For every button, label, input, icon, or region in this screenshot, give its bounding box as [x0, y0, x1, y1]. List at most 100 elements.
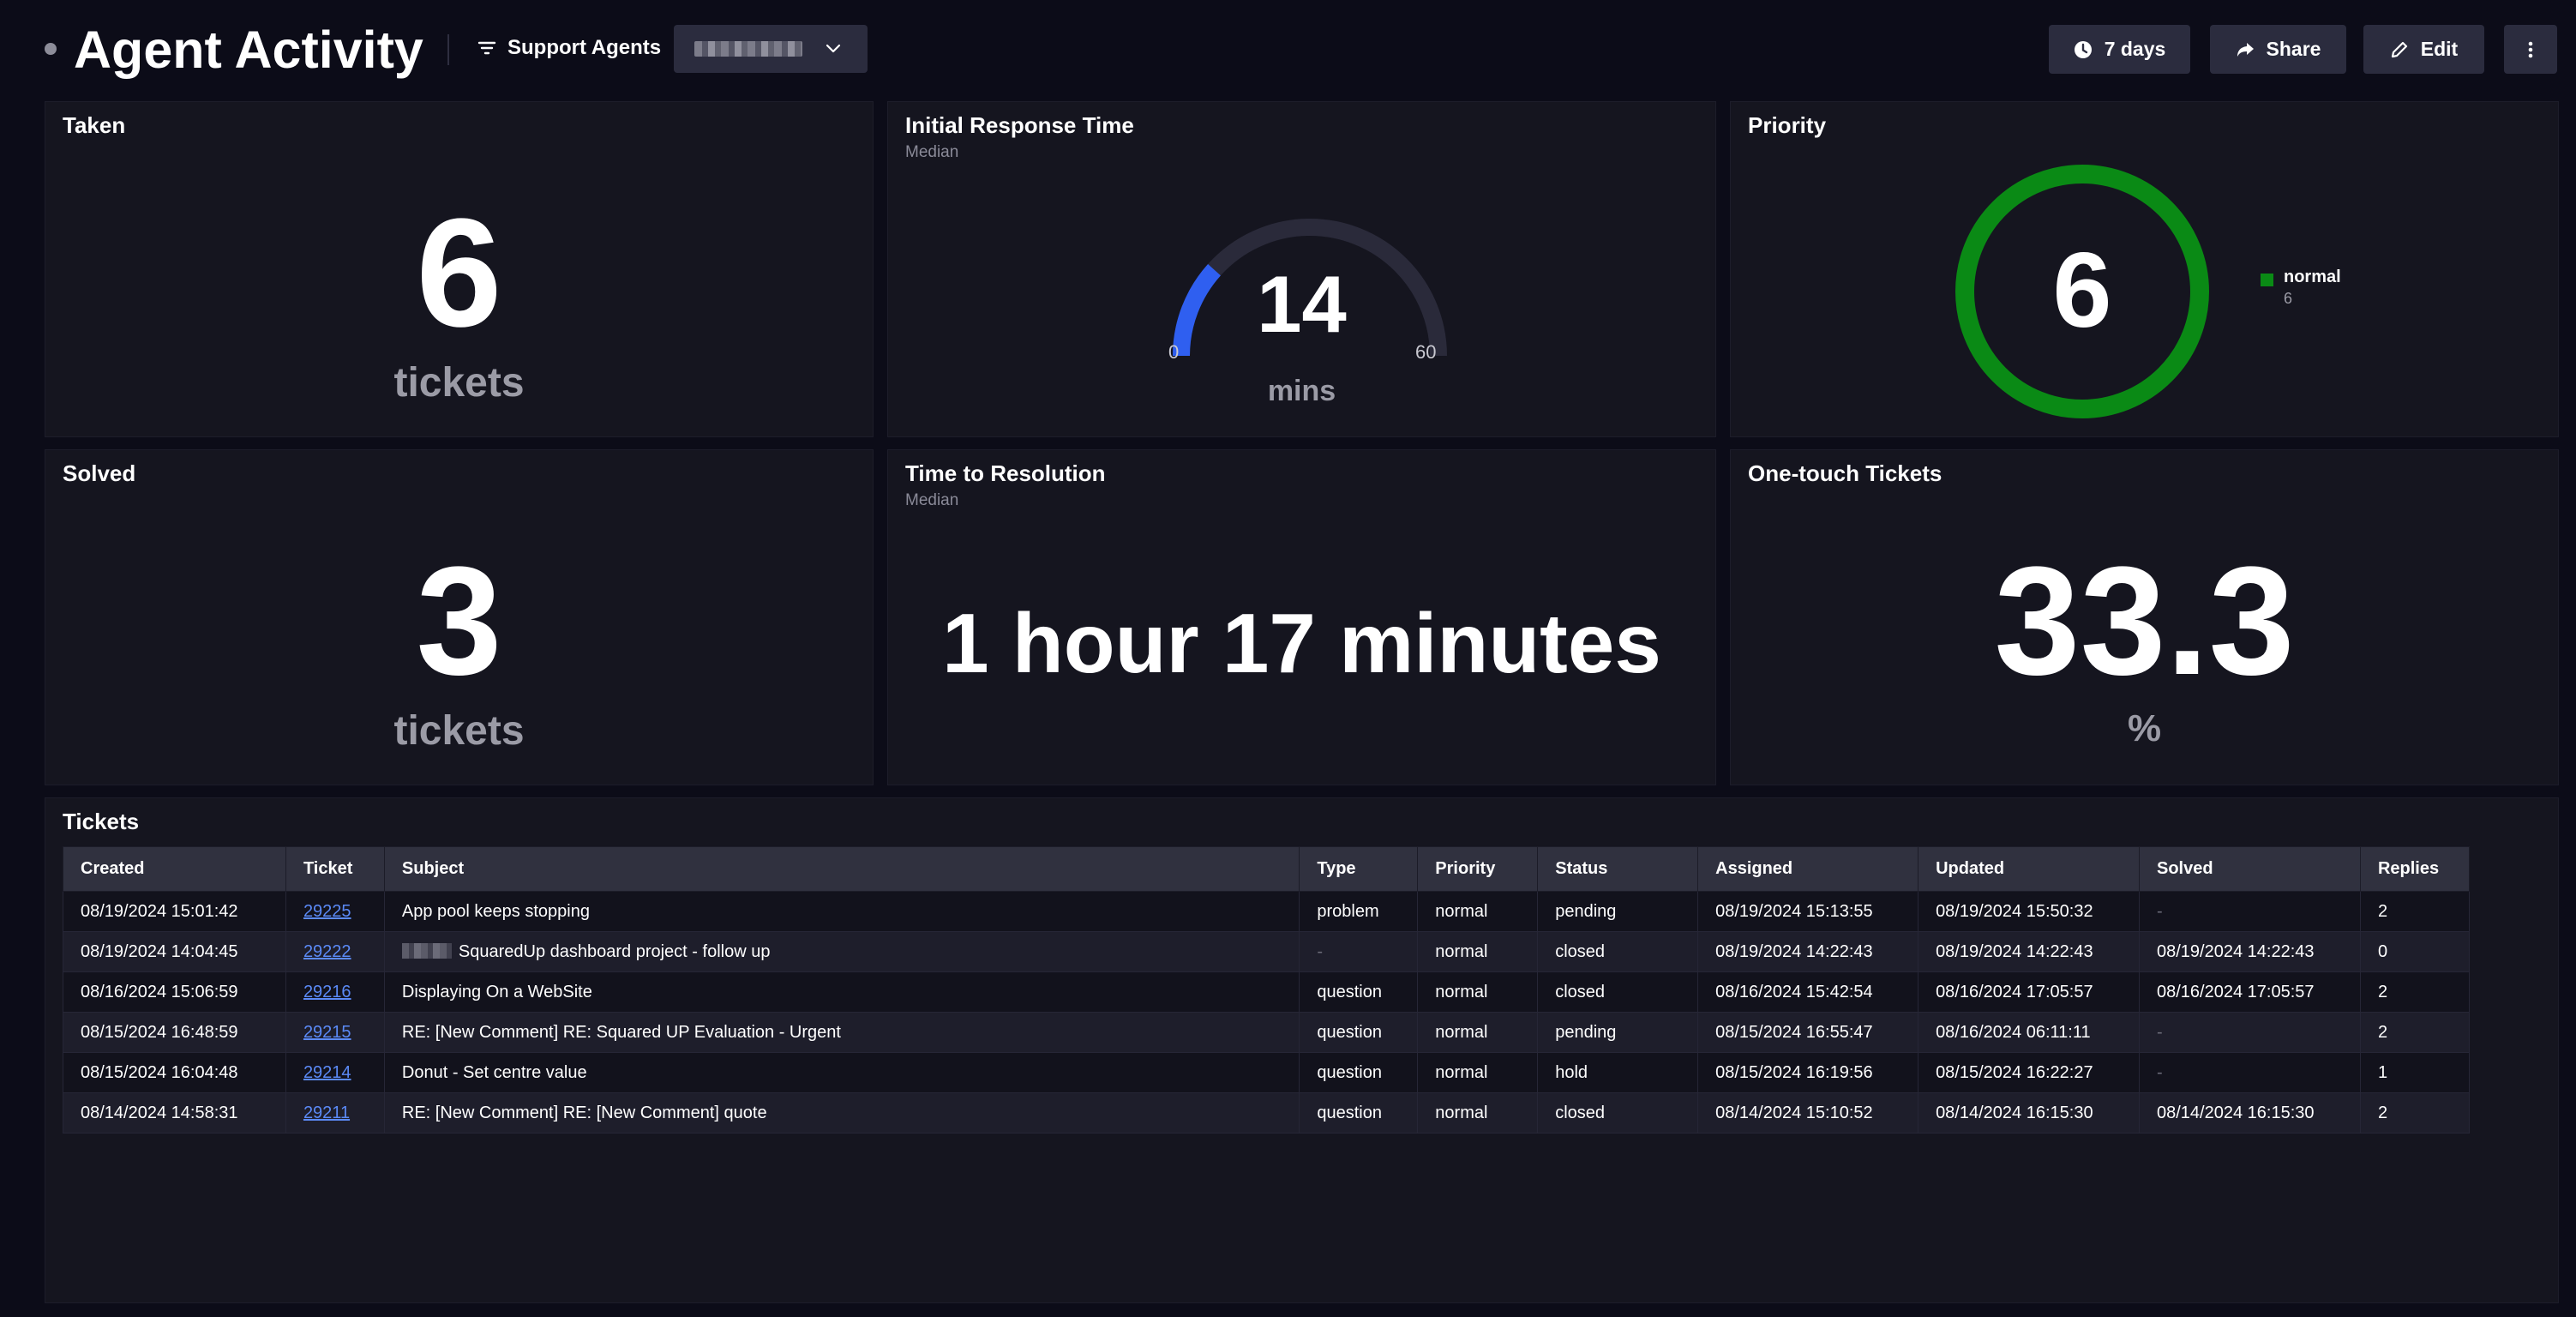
- priority-total: 6: [2052, 232, 2112, 350]
- tile-subtitle: Median: [905, 491, 959, 509]
- cell-type: question: [1299, 1012, 1419, 1053]
- cell-replies: 1: [2359, 1052, 2471, 1093]
- column-header-replies[interactable]: Replies: [2359, 846, 2471, 892]
- cell-status: pending: [1537, 1012, 1699, 1053]
- column-header-solved[interactable]: Solved: [2139, 846, 2361, 892]
- gauge-min-label: 0: [1168, 341, 1180, 363]
- more-options-button[interactable]: [2504, 25, 2557, 74]
- more-vertical-icon: [2528, 41, 2533, 57]
- cell-status: pending: [1537, 891, 1699, 932]
- tile-title: Tickets: [63, 809, 140, 834]
- cell-solved: -: [2139, 891, 2361, 932]
- table-row[interactable]: 08/14/2024 14:58:31 29211 RE: [New Comme…: [63, 1092, 2471, 1134]
- ticket-link[interactable]: 29225: [303, 902, 351, 921]
- cell-assigned: 08/15/2024 16:55:47: [1697, 1012, 1919, 1053]
- ticket-link[interactable]: 29214: [303, 1063, 351, 1082]
- cell-priority: normal: [1417, 1012, 1539, 1053]
- pencil-icon: [2391, 41, 2407, 57]
- cell-type: question: [1299, 1092, 1419, 1134]
- chevron-down-icon: [826, 44, 841, 53]
- cell-subject: RE: [New Comment] RE: Squared UP Evaluat…: [383, 1012, 1300, 1053]
- cell-status: hold: [1537, 1052, 1699, 1093]
- taken-unit: tickets: [393, 360, 525, 406]
- cell-solved: 08/14/2024 16:15:30: [2139, 1092, 2361, 1134]
- one-touch-tile[interactable]: One-touch Tickets 33.3 %: [1730, 449, 2559, 785]
- taken-value: 6: [416, 187, 502, 359]
- table-row[interactable]: 08/19/2024 15:01:42 29225 App pool keeps…: [63, 891, 2471, 932]
- cell-priority: normal: [1417, 1092, 1539, 1134]
- share-button[interactable]: Share: [2210, 25, 2346, 74]
- subject-text: SquaredUp dashboard project - follow up: [458, 941, 771, 961]
- time-to-resolution-tile[interactable]: Time to Resolution Median 1 hour 17 minu…: [887, 449, 1716, 785]
- column-header-updated[interactable]: Updated: [1918, 846, 2140, 892]
- cell-created: 08/16/2024 15:06:59: [63, 971, 286, 1013]
- cell-status: closed: [1537, 1092, 1699, 1134]
- ticket-link[interactable]: 29215: [303, 1023, 351, 1042]
- column-header-priority[interactable]: Priority: [1417, 846, 1539, 892]
- table-row[interactable]: 08/15/2024 16:48:59 29215 RE: [New Comme…: [63, 1012, 2471, 1053]
- cell-status: closed: [1537, 931, 1699, 972]
- cell-type: -: [1299, 931, 1419, 972]
- tickets-table: Created Ticket Subject Type Priority Sta…: [63, 846, 2471, 1134]
- solved-tile[interactable]: Solved 3 tickets: [45, 449, 874, 785]
- cell-type: question: [1299, 1052, 1419, 1093]
- cell-updated: 08/19/2024 14:22:43: [1918, 931, 2140, 972]
- cell-priority: normal: [1417, 971, 1539, 1013]
- dashboard-header: Agent Activity Support Agents 7 days Sha…: [0, 0, 2576, 101]
- cell-updated: 08/19/2024 15:50:32: [1918, 891, 2140, 932]
- cell-assigned: 08/14/2024 15:10:52: [1697, 1092, 1919, 1134]
- response-unit: mins: [1267, 375, 1336, 407]
- legend-swatch: [2261, 274, 2273, 286]
- ticket-link[interactable]: 29222: [303, 942, 351, 961]
- cell-subject: App pool keeps stopping: [383, 891, 1300, 932]
- share-label: Share: [2266, 38, 2321, 60]
- cell-assigned: 08/19/2024 14:22:43: [1697, 931, 1919, 972]
- column-header-ticket[interactable]: Ticket: [285, 846, 385, 892]
- time-range-button[interactable]: 7 days: [2049, 25, 2190, 74]
- tile-title: Solved: [63, 460, 136, 486]
- tile-title: Taken: [63, 112, 126, 138]
- cell-assigned: 08/16/2024 15:42:54: [1697, 971, 1919, 1013]
- cell-created: 08/15/2024 16:04:48: [63, 1052, 286, 1093]
- ticket-link[interactable]: 29211: [303, 1104, 350, 1122]
- cell-updated: 08/16/2024 06:11:11: [1918, 1012, 2140, 1053]
- tile-title: Time to Resolution: [905, 460, 1106, 486]
- table-row[interactable]: 08/16/2024 15:06:59 29216 Displaying On …: [63, 971, 2471, 1013]
- legend-label: normal: [2284, 268, 2341, 286]
- legend-value: 6: [2284, 290, 2293, 307]
- cell-assigned: 08/15/2024 16:19:56: [1697, 1052, 1919, 1093]
- cell-priority: normal: [1417, 891, 1539, 932]
- status-dot: [45, 43, 57, 55]
- time-range-label: 7 days: [2104, 38, 2166, 60]
- cell-solved: -: [2139, 1052, 2361, 1093]
- column-header-subject[interactable]: Subject: [383, 846, 1300, 892]
- table-row[interactable]: 08/15/2024 16:04:48 29214 Donut - Set ce…: [63, 1052, 2471, 1093]
- cell-replies: 0: [2359, 931, 2471, 972]
- one-touch-unit: %: [2127, 707, 2162, 749]
- table-row[interactable]: 08/19/2024 14:04:45 29222 SquaredUp dash…: [63, 931, 2471, 972]
- tile-title: Initial Response Time: [905, 112, 1134, 138]
- filter-label[interactable]: Support Agents: [507, 34, 661, 62]
- cell-created: 08/15/2024 16:48:59: [63, 1012, 286, 1053]
- cell-subject: SquaredUp dashboard project - follow up: [383, 931, 1300, 972]
- share-icon: [2237, 42, 2254, 57]
- initial-response-tile[interactable]: Initial Response Time Median 14 0 60 min…: [887, 101, 1716, 437]
- column-header-created[interactable]: Created: [63, 846, 286, 892]
- priority-tile[interactable]: Priority 6 normal 6: [1730, 101, 2559, 437]
- solved-value: 3: [416, 535, 502, 707]
- filter-icon[interactable]: [477, 38, 497, 58]
- cell-subject: Displaying On a WebSite: [383, 971, 1300, 1013]
- cell-created: 08/14/2024 14:58:31: [63, 1092, 286, 1134]
- taken-tile[interactable]: Taken 6 tickets: [45, 101, 874, 437]
- cell-assigned: 08/19/2024 15:13:55: [1697, 891, 1919, 932]
- cell-created: 08/19/2024 14:04:45: [63, 931, 286, 972]
- column-header-assigned[interactable]: Assigned: [1697, 846, 1919, 892]
- agent-select-dropdown[interactable]: [674, 25, 868, 73]
- column-header-status[interactable]: Status: [1537, 846, 1699, 892]
- ticket-link[interactable]: 29216: [303, 983, 351, 1001]
- redacted-name: [401, 942, 452, 959]
- cell-subject: Donut - Set centre value: [383, 1052, 1300, 1093]
- edit-button[interactable]: Edit: [2363, 25, 2484, 74]
- column-header-type[interactable]: Type: [1299, 846, 1419, 892]
- cell-solved: 08/19/2024 14:22:43: [2139, 931, 2361, 972]
